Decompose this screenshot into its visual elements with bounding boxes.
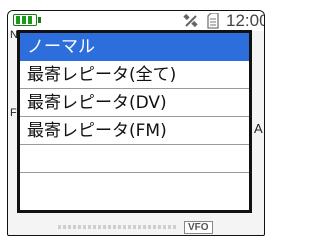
menu-item-nearby-repeater-fm[interactable]: 最寄レピータ(FM) xyxy=(20,117,249,145)
menu-item-empty xyxy=(20,145,249,173)
signal-meter xyxy=(58,225,178,229)
mode-badge: VFO xyxy=(184,221,213,234)
status-bar: 12:00 xyxy=(8,11,264,31)
menu-item-empty xyxy=(20,173,249,201)
menu-item-nearby-repeater-all[interactable]: 最寄レピータ(全て) xyxy=(20,61,249,89)
device-bezel: 12:00 N F A VFO ノーマル 最寄レピータ(全て) 最寄レピータ(D… xyxy=(0,0,268,237)
sd-card-icon xyxy=(207,13,219,29)
clock: 12:00 xyxy=(226,11,265,30)
satellite-icon xyxy=(183,13,198,28)
popup-menu: ノーマル 最寄レピータ(全て) 最寄レピータ(DV) 最寄レピータ(FM) xyxy=(17,30,252,213)
background-text: F xyxy=(10,107,17,119)
menu-item-nearby-repeater-dv[interactable]: 最寄レピータ(DV) xyxy=(20,89,249,117)
battery-full-icon xyxy=(13,14,41,26)
menu-item-normal[interactable]: ノーマル xyxy=(20,33,249,61)
display-screen: 12:00 N F A VFO ノーマル 最寄レピータ(全て) 最寄レピータ(D… xyxy=(7,10,265,236)
background-text: A xyxy=(254,121,263,136)
